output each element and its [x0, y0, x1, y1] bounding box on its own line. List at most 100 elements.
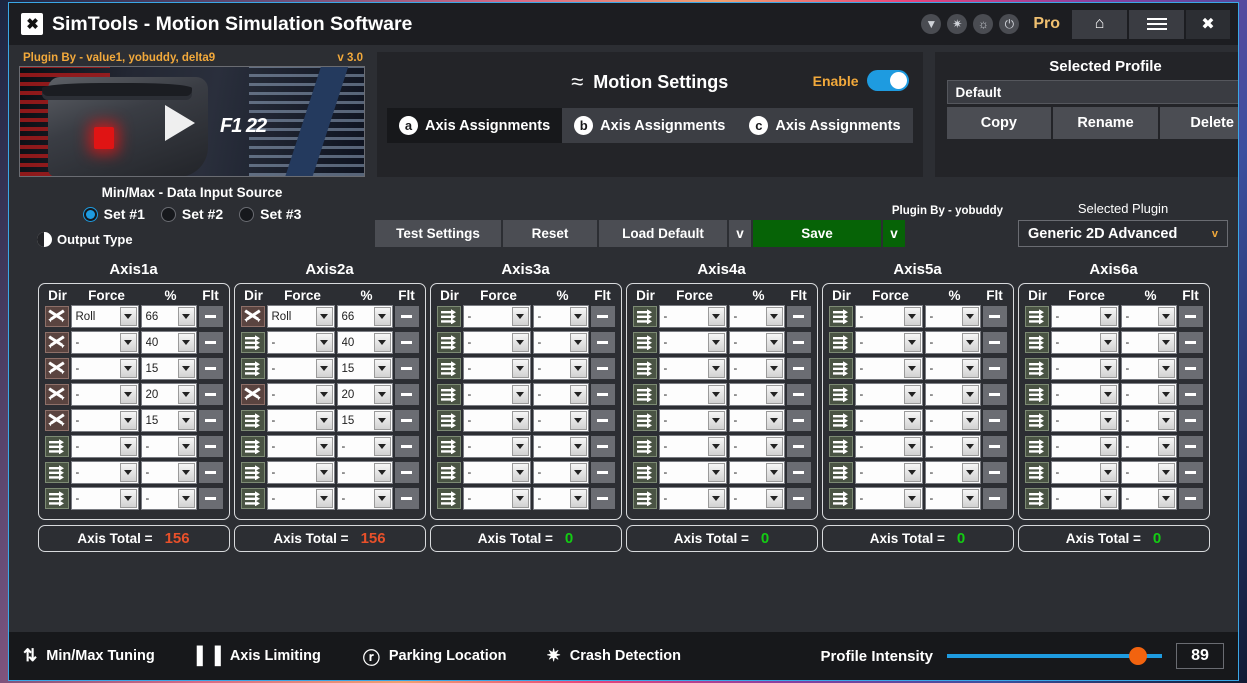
- chevron-down-icon[interactable]: [707, 437, 725, 456]
- filter-toggle-button[interactable]: [786, 358, 811, 379]
- radio-set-1[interactable]: Set #1: [82, 206, 145, 222]
- percent-dropdown[interactable]: -: [728, 409, 785, 432]
- filter-toggle-button[interactable]: [590, 462, 615, 483]
- chevron-down-icon[interactable]: [119, 463, 137, 482]
- filter-toggle-button[interactable]: [982, 436, 1007, 457]
- direction-normal-icon[interactable]: [1024, 488, 1049, 509]
- direction-normal-icon[interactable]: [1024, 332, 1049, 353]
- save-button[interactable]: Save: [753, 220, 881, 247]
- direction-normal-icon[interactable]: [240, 436, 265, 457]
- percent-dropdown[interactable]: -: [532, 461, 589, 484]
- percent-dropdown[interactable]: -: [532, 409, 589, 432]
- filter-toggle-button[interactable]: [198, 384, 223, 405]
- direction-reversed-icon[interactable]: [44, 384, 69, 405]
- chevron-down-icon[interactable]: [765, 307, 783, 326]
- chevron-down-icon[interactable]: [961, 437, 979, 456]
- filter-toggle-button[interactable]: [394, 462, 419, 483]
- filter-toggle-button[interactable]: [1178, 410, 1203, 431]
- direction-normal-icon[interactable]: [828, 410, 853, 431]
- direction-normal-icon[interactable]: [436, 410, 461, 431]
- force-dropdown[interactable]: -: [658, 357, 727, 380]
- filter-toggle-button[interactable]: [394, 410, 419, 431]
- chevron-down-icon[interactable]: [373, 411, 391, 430]
- chevron-down-icon[interactable]: [511, 489, 529, 508]
- delete-profile-button[interactable]: Delete: [1159, 107, 1238, 139]
- percent-dropdown[interactable]: -: [728, 331, 785, 354]
- chevron-down-icon[interactable]: [1157, 333, 1175, 352]
- home-icon[interactable]: ⌂: [1072, 9, 1127, 39]
- force-dropdown[interactable]: -: [658, 305, 727, 328]
- force-dropdown[interactable]: -: [266, 435, 335, 458]
- load-default-dropdown-icon[interactable]: v: [729, 220, 751, 247]
- close-icon[interactable]: ✖: [1186, 9, 1230, 39]
- filter-toggle-button[interactable]: [198, 306, 223, 327]
- direction-normal-icon[interactable]: [828, 462, 853, 483]
- direction-normal-icon[interactable]: [632, 384, 657, 405]
- force-dropdown[interactable]: -: [70, 409, 139, 432]
- force-dropdown[interactable]: -: [1050, 435, 1119, 458]
- chevron-down-icon[interactable]: [511, 307, 529, 326]
- chevron-down-icon[interactable]: [511, 333, 529, 352]
- filter-toggle-button[interactable]: [982, 358, 1007, 379]
- filter-toggle-button[interactable]: [590, 436, 615, 457]
- chevron-down-icon[interactable]: [569, 359, 587, 378]
- force-dropdown[interactable]: -: [266, 487, 335, 510]
- test-settings-button[interactable]: Test Settings: [375, 220, 501, 247]
- filter-toggle-button[interactable]: [786, 488, 811, 509]
- filter-toggle-button[interactable]: [786, 332, 811, 353]
- chevron-down-icon[interactable]: [511, 411, 529, 430]
- percent-dropdown[interactable]: -: [336, 435, 393, 458]
- percent-dropdown[interactable]: 20: [140, 383, 197, 406]
- filter-toggle-button[interactable]: [982, 488, 1007, 509]
- chevron-down-icon[interactable]: [373, 489, 391, 508]
- force-dropdown[interactable]: -: [462, 357, 531, 380]
- percent-dropdown[interactable]: -: [924, 331, 981, 354]
- percent-dropdown[interactable]: -: [924, 357, 981, 380]
- tab-axis-assignments-a[interactable]: a Axis Assignments: [387, 108, 563, 143]
- percent-dropdown[interactable]: 40: [140, 331, 197, 354]
- pencil-icon[interactable]: ☼: [973, 14, 994, 34]
- force-dropdown[interactable]: -: [266, 409, 335, 432]
- direction-normal-icon[interactable]: [828, 332, 853, 353]
- chevron-down-icon[interactable]: [177, 489, 195, 508]
- chevron-down-icon[interactable]: [765, 333, 783, 352]
- chevron-down-icon[interactable]: [119, 307, 137, 326]
- chevron-down-icon[interactable]: [961, 489, 979, 508]
- filter-toggle-button[interactable]: [198, 358, 223, 379]
- chevron-down-icon[interactable]: [1099, 385, 1117, 404]
- filter-toggle-button[interactable]: [198, 462, 223, 483]
- direction-normal-icon[interactable]: [436, 436, 461, 457]
- percent-dropdown[interactable]: -: [1120, 409, 1177, 432]
- percent-dropdown[interactable]: -: [140, 461, 197, 484]
- percent-dropdown[interactable]: -: [1120, 435, 1177, 458]
- filter-toggle-button[interactable]: [198, 332, 223, 353]
- filter-toggle-button[interactable]: [1178, 462, 1203, 483]
- percent-dropdown[interactable]: -: [728, 435, 785, 458]
- chevron-down-icon[interactable]: [1157, 437, 1175, 456]
- chevron-down-icon[interactable]: [511, 463, 529, 482]
- percent-dropdown[interactable]: -: [1120, 383, 1177, 406]
- direction-normal-icon[interactable]: [44, 462, 69, 483]
- chevron-down-icon[interactable]: [373, 463, 391, 482]
- chevron-down-icon[interactable]: [1157, 489, 1175, 508]
- percent-dropdown[interactable]: 20: [336, 383, 393, 406]
- percent-dropdown[interactable]: -: [336, 487, 393, 510]
- crash-detection-button[interactable]: ✷ Crash Detection: [547, 646, 681, 666]
- chevron-down-icon[interactable]: [315, 333, 333, 352]
- filter-toggle-button[interactable]: [198, 410, 223, 431]
- force-dropdown[interactable]: -: [462, 383, 531, 406]
- percent-dropdown[interactable]: -: [532, 435, 589, 458]
- chevron-down-icon[interactable]: [903, 489, 921, 508]
- chevron-down-icon[interactable]: [177, 411, 195, 430]
- direction-normal-icon[interactable]: [632, 436, 657, 457]
- reset-button[interactable]: Reset: [503, 220, 597, 247]
- chevron-down-icon[interactable]: [903, 359, 921, 378]
- percent-dropdown[interactable]: -: [924, 461, 981, 484]
- chevron-down-icon[interactable]: [765, 489, 783, 508]
- force-dropdown[interactable]: -: [266, 331, 335, 354]
- chevron-down-icon[interactable]: [177, 307, 195, 326]
- percent-dropdown[interactable]: -: [924, 305, 981, 328]
- direction-normal-icon[interactable]: [828, 384, 853, 405]
- chevron-down-icon[interactable]: [569, 333, 587, 352]
- chevron-down-icon[interactable]: [707, 359, 725, 378]
